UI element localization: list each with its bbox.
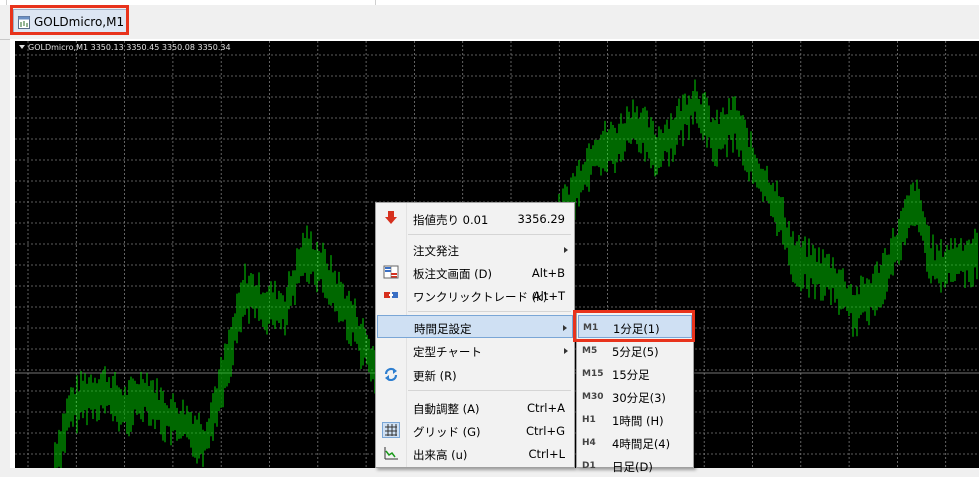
menu-item-one-click-trading[interactable]: ワンクリックトレード (k) Alt+T bbox=[377, 284, 573, 307]
menu-item-auto-scroll[interactable]: 自動調整 (A) Ctrl+A bbox=[377, 396, 573, 419]
timeframe-item-h1[interactable]: H1 1時間 (H) bbox=[578, 408, 692, 431]
chart-window-icon bbox=[18, 15, 30, 29]
timeframe-code: H1 bbox=[582, 415, 596, 425]
chart-tab-bar: GOLDmicro,M1 bbox=[0, 5, 979, 40]
submenu-arrow-icon bbox=[564, 348, 568, 354]
timeframe-item-m1[interactable]: M1 1分足(1) bbox=[578, 315, 692, 338]
chart-info-line: GOLDmicro,M1 3350.13 3350.45 3350.08 335… bbox=[19, 43, 231, 52]
depth-of-market-icon bbox=[383, 265, 399, 279]
sell-arrow-icon bbox=[385, 211, 397, 224]
menu-item-sell-limit[interactable]: 指値売り 0.01 3356.29 bbox=[377, 207, 573, 230]
menu-separator bbox=[408, 234, 571, 235]
submenu-arrow-icon bbox=[564, 247, 568, 253]
refresh-icon bbox=[384, 367, 398, 381]
chart-tab[interactable]: GOLDmicro,M1 bbox=[13, 9, 127, 35]
grid-icon bbox=[382, 422, 400, 438]
chart-tab-title: GOLDmicro,M1 bbox=[34, 15, 125, 29]
menu-separator bbox=[408, 390, 571, 391]
menu-item-grid[interactable]: グリッド (G) Ctrl+G bbox=[377, 419, 573, 442]
timeframe-code: M15 bbox=[582, 369, 604, 379]
menu-item-refresh[interactable]: 更新 (R) bbox=[377, 363, 573, 386]
timeframe-submenu: M1 1分足(1) M5 5分足(5) M15 15分足 M30 30分足(3)… bbox=[576, 310, 694, 474]
timeframe-item-h4[interactable]: H4 4時間足(4) bbox=[578, 431, 692, 454]
menu-item-depth-of-market[interactable]: 板注文画面 (D) Alt+B bbox=[377, 261, 573, 284]
timeframe-code: D1 bbox=[582, 461, 596, 471]
menu-item-volumes[interactable]: 出来高 (u) Ctrl+L bbox=[377, 442, 573, 465]
dropdown-triangle-icon bbox=[19, 45, 25, 49]
submenu-arrow-icon bbox=[563, 325, 567, 331]
timeframe-code: H4 bbox=[582, 438, 596, 448]
timeframe-item-m30[interactable]: M30 30分足(3) bbox=[578, 385, 692, 408]
timeframe-item-d1[interactable]: D1 日足(D) bbox=[578, 454, 692, 477]
timeframe-item-m15[interactable]: M15 15分足 bbox=[578, 362, 692, 385]
menu-item-timeframes[interactable]: 時間足設定 bbox=[377, 315, 573, 338]
timeframe-code: M30 bbox=[582, 392, 604, 402]
menu-item-templates[interactable]: 定型チャート bbox=[377, 339, 573, 362]
timeframe-code: M5 bbox=[582, 346, 598, 356]
menu-separator bbox=[408, 311, 571, 312]
volume-icon bbox=[384, 447, 398, 460]
ohlc-readout: GOLDmicro,M1 3350.13 3350.45 3350.08 335… bbox=[28, 43, 231, 52]
chart-context-menu: 指値売り 0.01 3356.29 注文発注 板注文画面 (D) Alt+B ワ… bbox=[375, 202, 575, 468]
timeframe-item-m5[interactable]: M5 5分足(5) bbox=[578, 339, 692, 362]
one-click-trade-icon bbox=[384, 292, 398, 298]
menu-item-place-order[interactable]: 注文発注 bbox=[377, 238, 573, 261]
timeframe-code: M1 bbox=[583, 323, 599, 333]
